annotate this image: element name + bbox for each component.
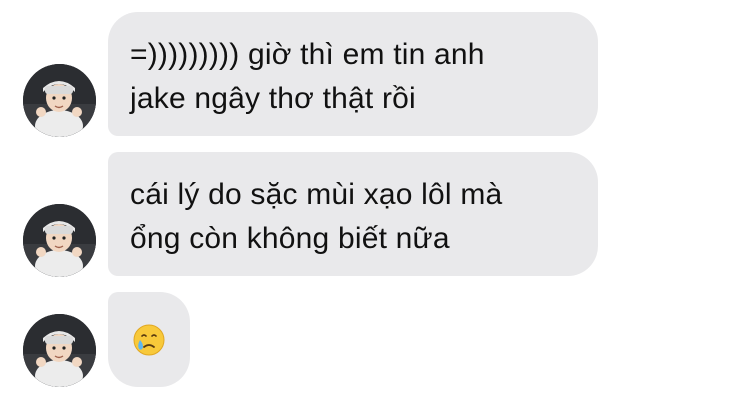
- avatar-photo: [23, 64, 96, 137]
- avatar-photo: [23, 314, 96, 387]
- avatar-photo: [23, 204, 96, 277]
- chat-thread: =))))))))) giờ thì em tin anh jake ngây …: [0, 0, 750, 406]
- crying-face-emoji: [133, 324, 165, 355]
- sender-avatar[interactable]: [23, 204, 96, 277]
- message-bubble[interactable]: cái lý do sặc mùi xạo lôl mà ổng còn khô…: [108, 152, 598, 276]
- message-bubble[interactable]: [108, 292, 190, 387]
- message-bubble[interactable]: =))))))))) giờ thì em tin anh jake ngây …: [108, 12, 598, 136]
- sender-avatar[interactable]: [23, 64, 96, 137]
- sender-avatar[interactable]: [23, 314, 96, 387]
